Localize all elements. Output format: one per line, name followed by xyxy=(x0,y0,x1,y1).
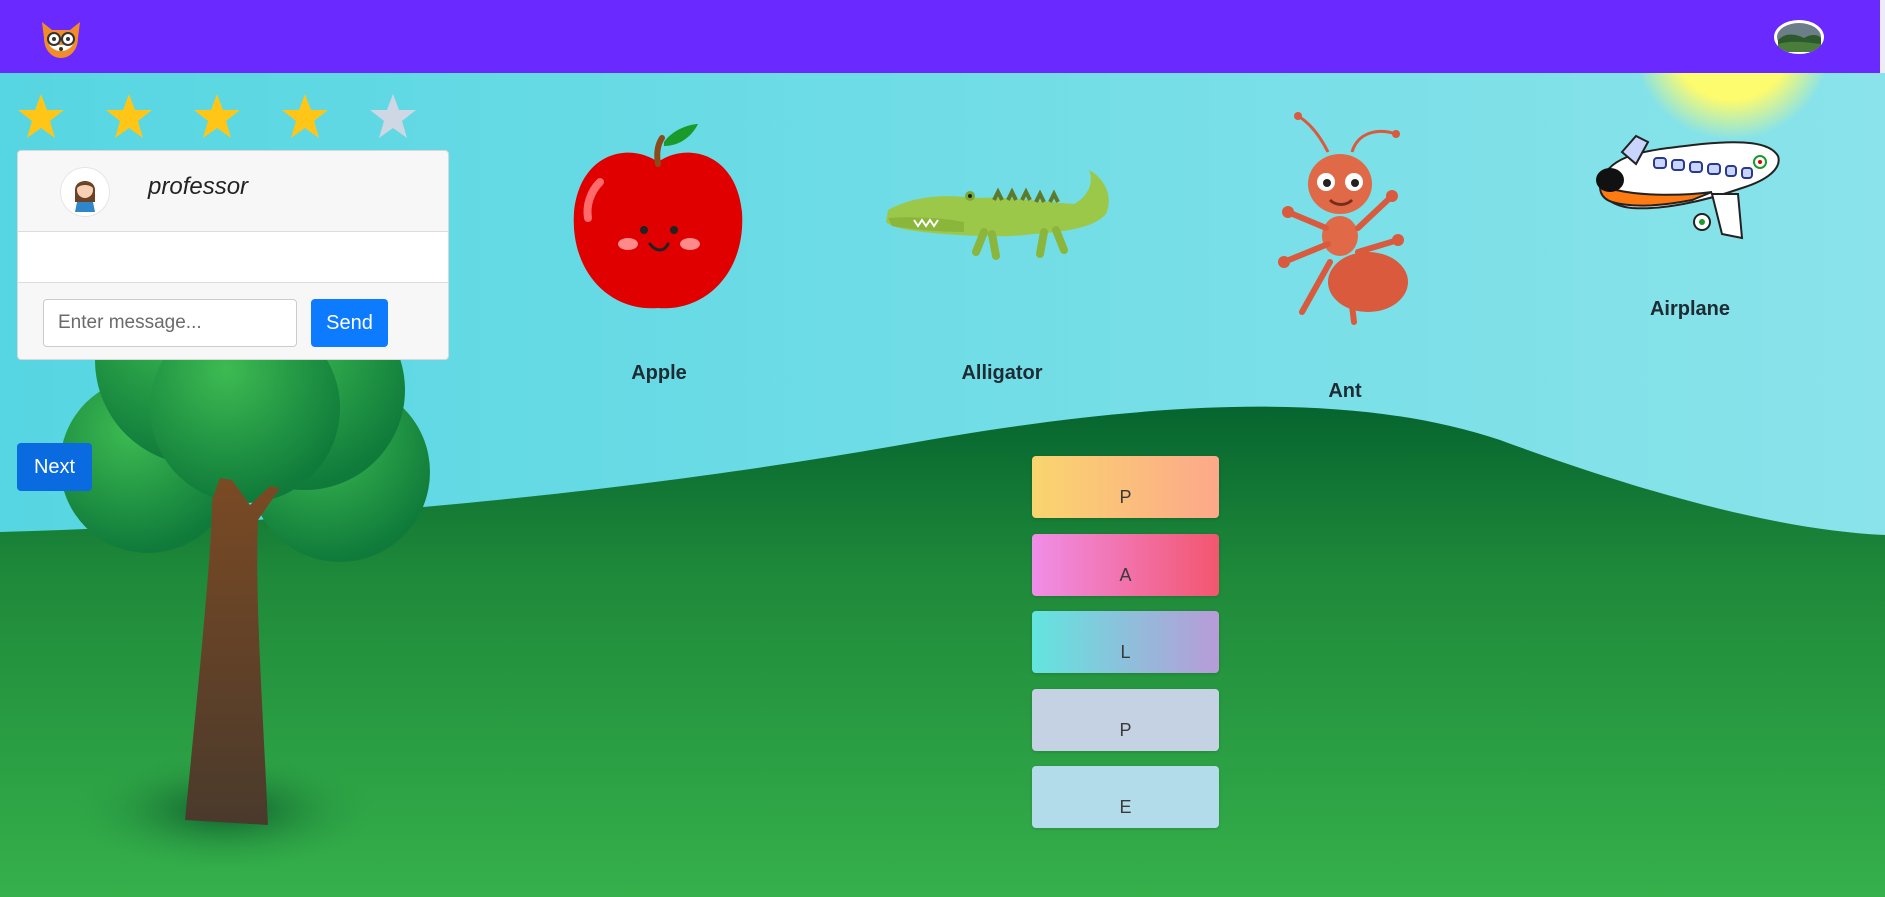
navbar-inner xyxy=(0,0,1885,73)
star-filled-icon xyxy=(18,94,64,138)
star-empty-icon xyxy=(370,94,416,138)
star-filled-icon xyxy=(194,94,240,138)
girl-avatar-icon xyxy=(60,167,110,217)
fox-with-glasses-icon[interactable] xyxy=(38,16,84,60)
letter-tile[interactable]: P xyxy=(1032,689,1219,751)
landscape-thumbnail-icon[interactable] xyxy=(1774,20,1824,54)
star-filled-icon xyxy=(106,94,152,138)
star-rating xyxy=(16,92,418,142)
chat-header: professor xyxy=(18,151,448,232)
ant-icon[interactable] xyxy=(1268,112,1418,340)
picture-label-alligator: Alligator xyxy=(961,362,1043,384)
picture-label-airplane: Airplane xyxy=(1649,298,1731,320)
picture-label-apple: Apple xyxy=(631,362,687,384)
alligator-icon[interactable] xyxy=(884,166,1120,266)
star-filled-icon xyxy=(282,94,328,138)
letter-tile[interactable]: E xyxy=(1032,766,1219,828)
letter-tile[interactable]: L xyxy=(1032,611,1219,673)
picture-label-ant: Ant xyxy=(1328,380,1362,402)
send-button[interactable]: Send xyxy=(311,299,388,347)
apple-icon[interactable] xyxy=(570,122,748,312)
message-input[interactable] xyxy=(43,299,297,347)
letter-tile[interactable]: A xyxy=(1032,534,1219,596)
letter-tile[interactable]: P xyxy=(1032,456,1219,518)
top-navbar xyxy=(0,0,1885,73)
chat-messages xyxy=(18,232,448,283)
next-button[interactable]: Next xyxy=(17,443,92,491)
chat-username: professor xyxy=(148,173,249,200)
chat-panel: professor Send xyxy=(17,150,449,360)
airplane-icon[interactable] xyxy=(1592,122,1782,244)
